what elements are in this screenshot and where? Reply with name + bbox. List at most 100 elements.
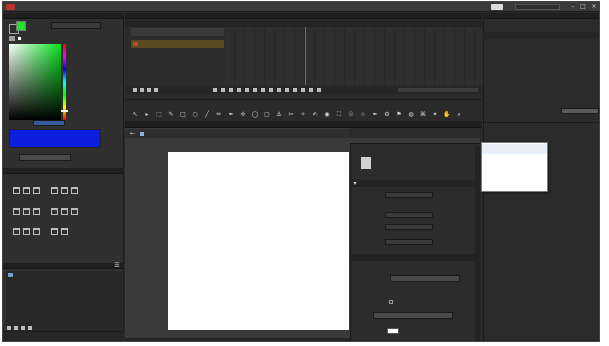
timeline-control-icon[interactable] (301, 88, 305, 92)
tool-icon[interactable]: ↖ (130, 111, 140, 120)
timeline-frames[interactable] (225, 28, 482, 85)
timeline-control-icon[interactable] (221, 88, 225, 92)
align-icon[interactable] (71, 187, 78, 194)
dropdown-option[interactable] (482, 144, 547, 154)
tool-icon[interactable]: ⚑ (394, 111, 404, 120)
align-icon[interactable] (13, 208, 20, 215)
align-icon[interactable] (71, 208, 78, 215)
tool-icon[interactable]: ◍ (406, 111, 416, 120)
doc-settings-row-field[interactable] (385, 192, 433, 198)
tool-icon[interactable]: ⚓ (274, 111, 284, 120)
frame-rate-button[interactable] (390, 275, 460, 282)
timeline-control-icon[interactable] (317, 88, 321, 92)
close-icon[interactable]: × (590, 3, 598, 10)
hex-field[interactable] (33, 120, 65, 126)
timeline-control-icon[interactable] (237, 88, 241, 92)
dropdown-option[interactable] (482, 166, 547, 176)
timeline-scrollbar[interactable] (398, 88, 478, 92)
dropdown-option[interactable] (482, 155, 547, 165)
timeline-control-icon[interactable] (277, 88, 281, 92)
library-footer-icon[interactable] (7, 326, 11, 330)
hue-slider-handle[interactable] (61, 110, 68, 112)
tool-icon[interactable]: ✒ (370, 111, 380, 120)
class-row-field[interactable] (385, 224, 433, 230)
advanced-settings-button[interactable] (373, 312, 453, 319)
tool-icon[interactable]: ⚙ (382, 111, 392, 120)
library-menu-icon[interactable]: ☰ (113, 262, 121, 269)
align-icon[interactable] (23, 187, 30, 194)
tool-icon[interactable]: ⬚ (154, 111, 164, 120)
tool-icon[interactable]: ☉ (346, 111, 356, 120)
tool-icon[interactable]: ✒ (226, 111, 236, 120)
tool-icon[interactable]: ◯ (250, 111, 260, 120)
align-icon[interactable] (33, 228, 40, 235)
tool-icon[interactable]: ▸ (142, 111, 152, 120)
search-field[interactable] (515, 4, 560, 10)
timeline-control-icon[interactable] (293, 88, 297, 92)
add-to-swatches-button[interactable] (19, 154, 71, 161)
hue-slider[interactable] (63, 44, 66, 120)
properties-scrollbar[interactable] (475, 146, 480, 341)
tool-icon[interactable]: ⌘ (418, 111, 428, 120)
library-footer-icon[interactable] (21, 326, 25, 330)
align-icon[interactable] (13, 228, 20, 235)
align-icon[interactable] (13, 187, 20, 194)
tool-icon[interactable]: ▢ (262, 111, 272, 120)
align-icon[interactable] (61, 208, 68, 215)
timeline-layer-icon[interactable] (140, 88, 144, 92)
tool-icon[interactable]: ✎ (166, 111, 176, 120)
timeline-control-icon[interactable] (253, 88, 257, 92)
align-icon[interactable] (51, 187, 58, 194)
timeline-layer-icon[interactable] (154, 88, 158, 92)
align-icon[interactable] (33, 187, 40, 194)
publish-row-field[interactable] (385, 212, 433, 218)
tool-icon[interactable]: ✧ (298, 111, 308, 120)
timeline-control-icon[interactable] (285, 88, 289, 92)
background-color-swatch[interactable] (387, 328, 399, 334)
back-arrow-icon[interactable]: ← (129, 130, 136, 137)
tool-icon[interactable]: ⌕ (454, 111, 464, 120)
timeline-layer-icon[interactable] (133, 88, 137, 92)
tool-icon[interactable]: ✏ (214, 111, 224, 120)
align-icon[interactable] (51, 208, 58, 215)
timeline-control-icon[interactable] (245, 88, 249, 92)
tool-icon[interactable]: ✢ (238, 111, 248, 120)
workspace-icon[interactable] (491, 4, 503, 10)
right-panel-slider[interactable] (561, 108, 599, 114)
tool-icon[interactable]: □ (178, 111, 188, 120)
tool-icon[interactable]: ○ (190, 111, 200, 120)
color-picker-field[interactable] (9, 44, 61, 120)
tool-icon[interactable]: ◉ (322, 111, 332, 120)
timeline-layer-row[interactable] (131, 28, 224, 36)
dropdown-option[interactable] (482, 177, 547, 187)
timeline-layer-icon[interactable] (147, 88, 151, 92)
align-icon[interactable] (33, 208, 40, 215)
tool-icon[interactable]: ⛶ (334, 111, 344, 120)
timeline-control-icon[interactable] (213, 88, 217, 92)
align-icon[interactable] (23, 208, 30, 215)
layer-highlight[interactable] (131, 40, 224, 48)
tool-icon[interactable]: ✂ (286, 111, 296, 120)
timeline-control-icon[interactable] (269, 88, 273, 92)
tool-icon[interactable]: ✋ (442, 111, 452, 120)
timeline-control-icon[interactable] (309, 88, 313, 92)
library-footer-icon[interactable] (14, 326, 18, 330)
fill-color-well[interactable] (16, 21, 26, 31)
color-row-field[interactable] (385, 239, 433, 245)
align-icon[interactable] (51, 228, 58, 235)
default-colors-icon[interactable] (17, 36, 22, 41)
timeline-control-icon[interactable] (261, 88, 265, 92)
timeline-control-icon[interactable] (229, 88, 233, 92)
minimize-icon[interactable]: – (569, 3, 577, 10)
tool-icon[interactable]: ✍ (310, 111, 320, 120)
tool-icon[interactable]: ☆ (358, 111, 368, 120)
align-icon[interactable] (23, 228, 30, 235)
color-type-select[interactable] (51, 22, 101, 29)
swap-colors-icon[interactable] (9, 36, 15, 41)
align-icon[interactable] (61, 228, 68, 235)
align-icon[interactable] (61, 187, 68, 194)
section-collapse-icon[interactable]: ▾ (352, 180, 358, 187)
maximize-icon[interactable]: □ (579, 3, 587, 10)
tool-icon[interactable]: ✶ (430, 111, 440, 120)
playhead[interactable] (305, 27, 306, 85)
